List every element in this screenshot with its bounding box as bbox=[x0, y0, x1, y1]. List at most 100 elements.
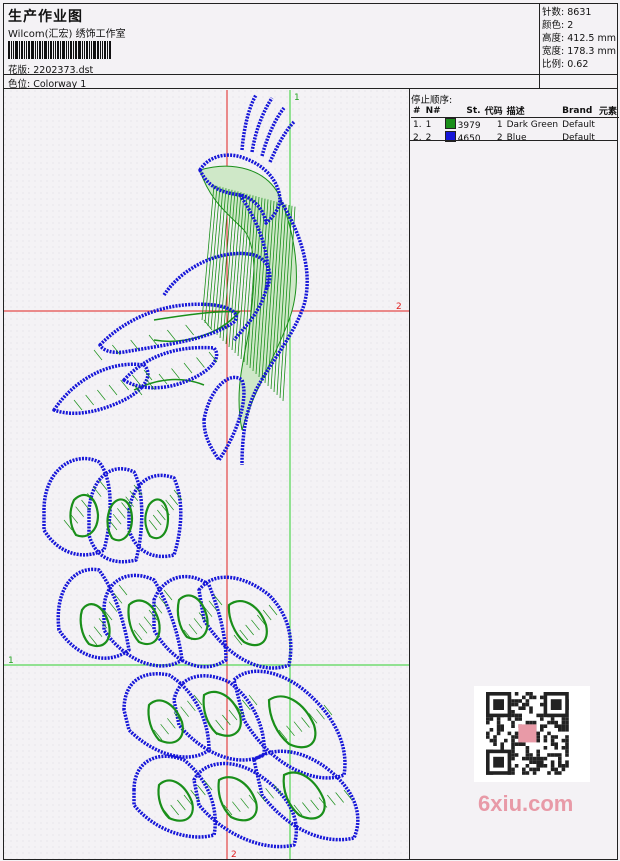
scale-label: 比例: bbox=[542, 59, 565, 70]
qr-module bbox=[529, 760, 533, 764]
qr-module bbox=[554, 771, 558, 775]
qr-module bbox=[522, 767, 526, 772]
qr-module bbox=[507, 731, 512, 736]
qr-module bbox=[489, 717, 494, 721]
width-label: 宽度: bbox=[542, 46, 565, 57]
qr-module bbox=[493, 699, 504, 710]
qr-module bbox=[514, 731, 519, 736]
qr-module bbox=[554, 724, 558, 728]
qr-module bbox=[496, 720, 501, 725]
qr-module bbox=[514, 735, 519, 739]
qr-module bbox=[511, 720, 515, 725]
qr-module bbox=[525, 746, 530, 750]
qr-module bbox=[525, 692, 530, 696]
qr-module bbox=[561, 764, 566, 768]
qr-module bbox=[511, 756, 515, 761]
qr-module bbox=[565, 717, 569, 721]
qr-module bbox=[486, 717, 490, 721]
qr-module bbox=[496, 728, 501, 732]
qr-module bbox=[511, 746, 515, 750]
row-element bbox=[597, 131, 619, 144]
qr-module bbox=[525, 753, 530, 757]
qr-module bbox=[496, 731, 501, 736]
qr-module bbox=[529, 753, 533, 757]
qr-module bbox=[536, 767, 540, 772]
page-title: 生产作业图 bbox=[8, 9, 83, 25]
qr-module bbox=[540, 702, 544, 707]
qr-module bbox=[543, 724, 548, 728]
row-number: 2 bbox=[425, 132, 432, 143]
qr-module bbox=[543, 738, 548, 743]
qr-module bbox=[504, 738, 508, 743]
qr-module bbox=[558, 756, 562, 761]
qr-module bbox=[511, 742, 515, 746]
guide-label-v2: 2 bbox=[231, 850, 237, 859]
qr-module bbox=[514, 713, 519, 718]
qr-module bbox=[525, 764, 530, 768]
qr-module bbox=[529, 706, 533, 710]
qr-module bbox=[489, 738, 494, 743]
col-code: 代码 bbox=[482, 104, 505, 118]
qr-module bbox=[511, 753, 515, 757]
qr-module bbox=[529, 692, 533, 696]
row-description: Dark Green bbox=[506, 119, 559, 130]
peacock-design-svg: 1 2 1 2 bbox=[4, 90, 409, 859]
qr-module bbox=[529, 720, 533, 725]
qr-module bbox=[536, 756, 540, 761]
guide-label-h1: 1 bbox=[8, 656, 14, 666]
qr-module bbox=[511, 749, 515, 754]
watermark-logo: 6xiu.com bbox=[478, 791, 574, 816]
qr-module bbox=[550, 735, 555, 739]
row-index: 1. bbox=[413, 119, 422, 130]
stitch-count: 3979 bbox=[457, 121, 481, 131]
qr-module bbox=[540, 760, 544, 764]
qr-code-svg bbox=[486, 692, 569, 775]
qr-module bbox=[565, 749, 569, 754]
qr-module bbox=[554, 767, 558, 772]
height-value: 412.5 mm bbox=[567, 33, 616, 44]
qr-module bbox=[532, 760, 537, 764]
qr-module bbox=[532, 756, 537, 761]
colors-value: 2 bbox=[567, 20, 574, 31]
color-swatch bbox=[444, 118, 456, 129]
qr-module bbox=[525, 756, 530, 761]
table-bottom-divider bbox=[409, 140, 617, 141]
qr-code bbox=[474, 686, 590, 782]
qr-module bbox=[554, 735, 558, 739]
qr-module bbox=[565, 735, 569, 739]
qr-module bbox=[565, 742, 569, 746]
col-element: 元素 bbox=[596, 104, 619, 118]
qr-module bbox=[496, 724, 501, 728]
qr-module bbox=[500, 728, 504, 732]
qr-module bbox=[536, 731, 540, 736]
qr-module bbox=[536, 760, 540, 764]
qr-module bbox=[511, 735, 515, 739]
qr-module bbox=[540, 724, 544, 728]
qr-module bbox=[558, 728, 562, 732]
col-stitches: St. bbox=[442, 104, 483, 118]
qr-module bbox=[540, 695, 544, 700]
table-row: 1. 1 3979 1 Dark Green Default bbox=[411, 118, 619, 131]
barcode bbox=[8, 41, 140, 59]
qr-module bbox=[514, 699, 519, 703]
qr-module bbox=[511, 699, 515, 703]
qr-module bbox=[561, 738, 566, 743]
qr-module bbox=[522, 771, 526, 775]
qr-module bbox=[493, 738, 497, 743]
qr-module bbox=[522, 706, 526, 710]
row-stitches: 3979 bbox=[443, 118, 483, 131]
qr-module bbox=[522, 695, 526, 700]
qr-module bbox=[561, 746, 566, 750]
scale-value: 0.62 bbox=[567, 59, 589, 70]
qr-module bbox=[525, 771, 530, 775]
height-label: 高度: bbox=[542, 33, 565, 44]
qr-module bbox=[486, 731, 490, 736]
qr-module bbox=[536, 764, 540, 768]
qr-module bbox=[561, 728, 566, 732]
qr-module bbox=[511, 710, 515, 714]
qr-module bbox=[540, 713, 544, 718]
stitch-count: 4650 bbox=[457, 134, 481, 144]
qr-module bbox=[565, 738, 569, 743]
qr-module bbox=[532, 771, 537, 775]
row-brand: Default bbox=[562, 132, 595, 143]
